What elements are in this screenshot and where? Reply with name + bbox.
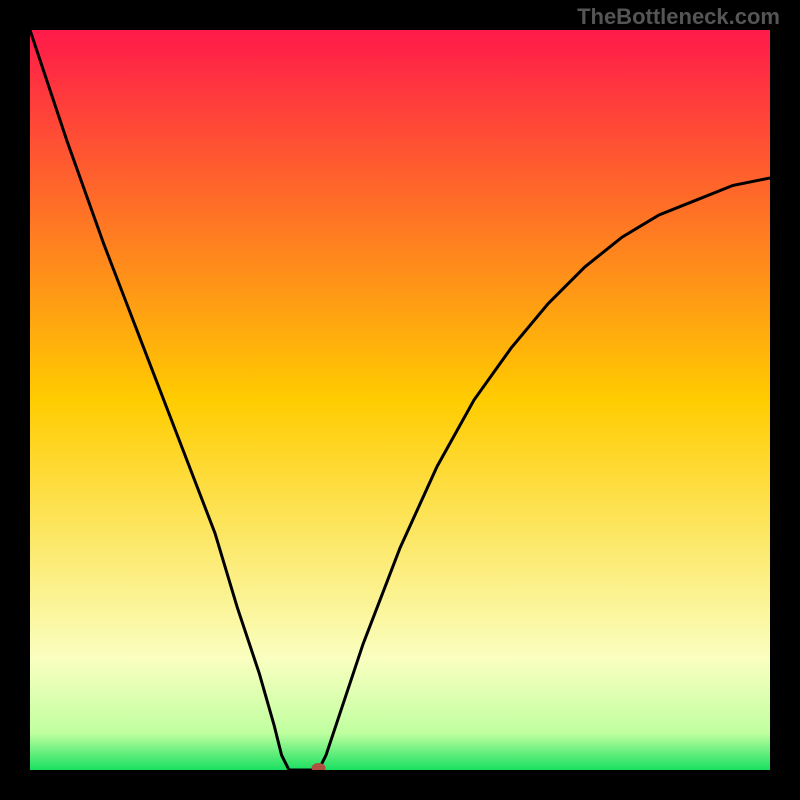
plot-background [30, 30, 770, 770]
chart-svg [30, 30, 770, 770]
attribution-text: TheBottleneck.com [577, 4, 780, 30]
bottleneck-chart [30, 30, 770, 770]
